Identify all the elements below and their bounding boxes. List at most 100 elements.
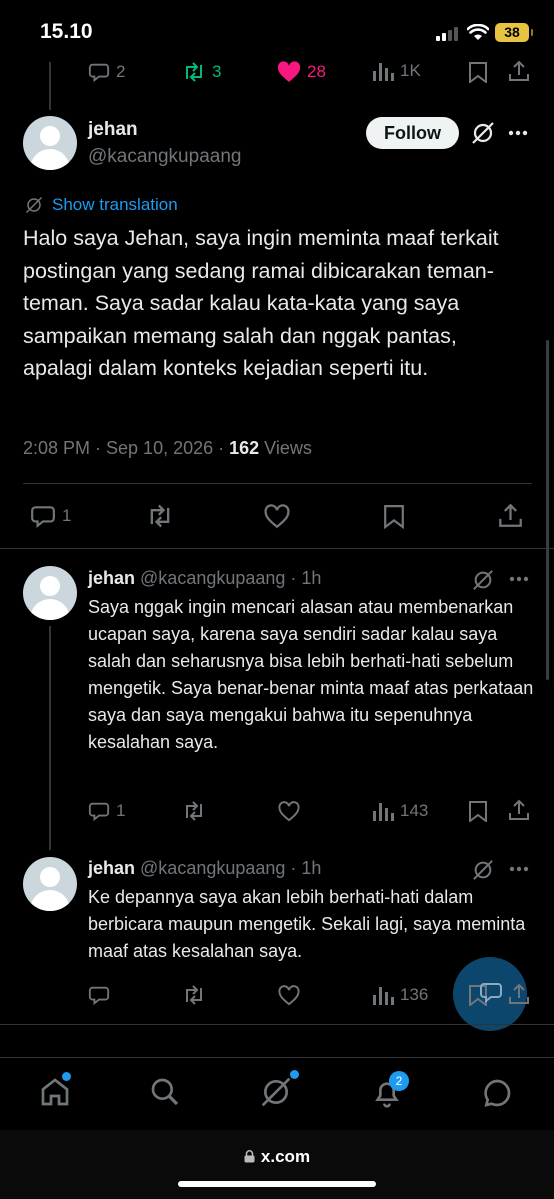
main-tweet-timestamp[interactable]: 2:08 PM · Sep 10, 2026 · bbox=[23, 438, 229, 458]
reply2-reply-button[interactable] bbox=[88, 984, 116, 1006]
reply-icon bbox=[88, 802, 110, 822]
main-author-handle[interactable]: @kacangkupaang bbox=[88, 146, 241, 168]
reply1-author-meta[interactable]: @kacangkupaang · 1h bbox=[140, 568, 321, 588]
bookmark-icon bbox=[384, 505, 404, 529]
reply2-avatar[interactable] bbox=[23, 857, 77, 911]
grok-icon bbox=[473, 570, 493, 590]
status-time: 15.10 bbox=[40, 20, 93, 43]
reply2-more-button[interactable] bbox=[509, 866, 529, 872]
share-icon bbox=[509, 983, 529, 1004]
main-bookmark-button[interactable] bbox=[383, 503, 405, 529]
grok-icon bbox=[261, 1077, 291, 1107]
main-retweet-button[interactable] bbox=[146, 503, 174, 529]
reply1-bookmark-button[interactable] bbox=[468, 800, 488, 822]
prev-like-count: 28 bbox=[307, 62, 326, 81]
reply2-views-count: 136 bbox=[400, 985, 429, 1004]
bottom-tab-bar: 2 bbox=[0, 1057, 554, 1129]
share-icon bbox=[509, 60, 529, 81]
main-tweet-views-label: Views bbox=[259, 438, 312, 458]
reply2-grok-button[interactable] bbox=[472, 859, 494, 881]
tab-search[interactable] bbox=[149, 1076, 181, 1108]
scrollbar[interactable] bbox=[546, 340, 549, 680]
like-icon bbox=[277, 61, 301, 82]
show-translation-link[interactable]: Show translation bbox=[52, 195, 178, 215]
search-icon bbox=[151, 1078, 179, 1106]
messages-icon bbox=[484, 1079, 511, 1107]
follow-button[interactable]: Follow bbox=[366, 117, 459, 149]
reply1-like-button[interactable] bbox=[277, 801, 301, 822]
share-icon bbox=[499, 503, 522, 527]
divider bbox=[23, 483, 532, 484]
prev-reply-button[interactable]: 2 bbox=[88, 61, 125, 83]
prev-views-button[interactable]: 1K bbox=[372, 61, 421, 81]
reply1-views-button[interactable]: 143 bbox=[372, 801, 428, 821]
reply1-text: Saya nggak ingin mencari alasan atau mem… bbox=[88, 597, 534, 752]
reply2-author-meta[interactable]: @kacangkupaang · 1h bbox=[140, 858, 321, 878]
bookmark-icon bbox=[469, 801, 487, 822]
main-more-button[interactable] bbox=[508, 130, 528, 136]
main-tweet-text: Halo saya Jehan, saya ingin meminta maaf… bbox=[23, 226, 499, 380]
retweet-icon bbox=[186, 801, 202, 821]
bookmark-icon bbox=[469, 62, 487, 83]
retweet-icon bbox=[186, 985, 202, 1005]
more-icon bbox=[509, 866, 529, 872]
thread-line bbox=[49, 626, 51, 850]
reply2-views-button[interactable]: 136 bbox=[372, 985, 428, 1005]
url-display[interactable]: x.com bbox=[0, 1147, 554, 1167]
main-author-name[interactable]: jehan bbox=[88, 119, 138, 141]
prev-like-button[interactable]: 28 bbox=[277, 61, 326, 83]
reply1-share-button[interactable] bbox=[508, 799, 530, 821]
reply2-text: Ke depannya saya akan lebih berhati-hati… bbox=[88, 887, 526, 961]
reply1-retweet-button[interactable] bbox=[182, 800, 206, 822]
main-tweet-meta: 2:08 PM · Sep 10, 2026 · 162 Views bbox=[23, 438, 312, 459]
reply2-author-name[interactable]: jehan bbox=[88, 858, 135, 878]
grok-button[interactable] bbox=[471, 121, 495, 145]
prev-retweet-button[interactable]: 3 bbox=[182, 61, 221, 83]
tab-messages[interactable] bbox=[481, 1077, 513, 1109]
like-icon bbox=[278, 985, 300, 1006]
grok-unread-dot bbox=[290, 1070, 299, 1079]
reply2-header: jehan @kacangkupaang · 1h bbox=[88, 858, 321, 879]
reply1-author-name[interactable]: jehan bbox=[88, 568, 135, 588]
reply2-like-button[interactable] bbox=[277, 985, 301, 1006]
reply1-reply-count: 1 bbox=[116, 801, 126, 820]
main-avatar[interactable] bbox=[23, 116, 77, 170]
browser-url-bar[interactable]: x.com bbox=[0, 1130, 554, 1199]
retweet-icon bbox=[150, 504, 170, 528]
main-like-button[interactable] bbox=[263, 504, 291, 529]
main-reply-count: 1 bbox=[62, 506, 72, 525]
main-share-button[interactable] bbox=[498, 503, 523, 528]
tab-grok[interactable] bbox=[260, 1076, 292, 1108]
main-tweet-views-count: 162 bbox=[229, 438, 260, 458]
like-icon bbox=[264, 504, 290, 529]
reply2-share-button[interactable] bbox=[508, 983, 530, 1005]
views-icon bbox=[373, 63, 394, 81]
like-icon bbox=[278, 801, 300, 822]
prev-bookmark-button[interactable] bbox=[468, 61, 488, 83]
tabbar-divider bbox=[0, 1057, 554, 1058]
reply-icon bbox=[31, 506, 55, 529]
reply1-more-button[interactable] bbox=[509, 576, 529, 582]
thread-line-top bbox=[49, 62, 51, 110]
home-indicator[interactable] bbox=[178, 1181, 376, 1187]
retweet-icon bbox=[186, 62, 202, 82]
reply1-reply-button[interactable]: 1 bbox=[88, 800, 125, 822]
reply1-grok-button[interactable] bbox=[472, 569, 494, 591]
views-icon bbox=[373, 803, 394, 821]
prev-views-count: 1K bbox=[400, 61, 421, 80]
battery-indicator: 38 bbox=[495, 23, 533, 42]
reply2-retweet-button[interactable] bbox=[182, 984, 206, 1006]
prev-retweet-count: 3 bbox=[212, 62, 222, 81]
reply-icon bbox=[88, 986, 110, 1006]
grok-icon bbox=[472, 122, 494, 144]
main-reply-button[interactable]: 1 bbox=[30, 503, 71, 529]
reply-icon bbox=[88, 63, 110, 83]
wifi-icon bbox=[467, 24, 489, 42]
reply1-header: jehan @kacangkupaang · 1h bbox=[88, 568, 321, 589]
reply1-avatar[interactable] bbox=[23, 566, 77, 620]
prev-share-button[interactable] bbox=[508, 60, 530, 82]
signal-icon bbox=[436, 27, 462, 41]
grok-icon bbox=[473, 860, 493, 880]
divider bbox=[0, 548, 554, 549]
more-icon bbox=[508, 130, 528, 136]
